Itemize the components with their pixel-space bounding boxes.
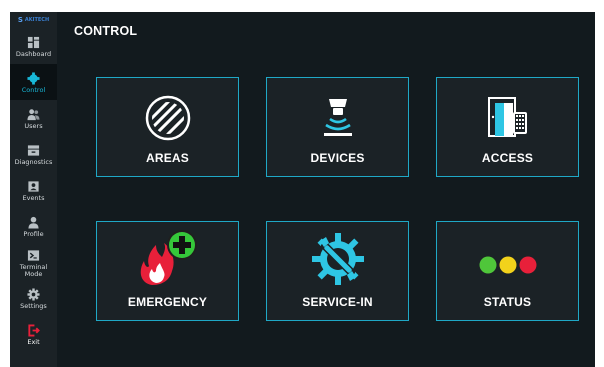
sidebar-item-dashboard[interactable]: Dashboard	[10, 28, 57, 64]
diagnostics-icon	[27, 145, 40, 156]
profile-icon	[28, 216, 39, 229]
sidebar: S AKITECH Dashboard Control Users Diagno…	[10, 12, 57, 367]
sidebar-item-events[interactable]: Events	[10, 172, 57, 208]
devices-icon	[323, 99, 352, 136]
sidebar-item-label: Events	[22, 194, 45, 202]
sidebar-item-control[interactable]: Control	[10, 64, 57, 100]
sidebar-item-exit[interactable]: Exit	[10, 316, 57, 352]
emergency-icon	[140, 230, 197, 285]
status-light-green	[479, 256, 496, 274]
status-light-yellow	[499, 256, 516, 274]
sidebar-item-label: Users	[24, 122, 43, 130]
sidebar-item-label: Diagnostics	[14, 158, 53, 166]
control-gear-icon	[27, 72, 40, 85]
access-tile-button[interactable]: ACCESS	[436, 77, 579, 177]
terminal-icon	[27, 249, 40, 261]
dashboard-icon	[27, 36, 40, 49]
sidebar-item-label: Terminal Mode	[19, 262, 48, 278]
tile-label: EMERGENCY	[127, 295, 208, 309]
service-in-tile-button[interactable]: SERVICE-IN	[266, 221, 409, 321]
devices-tile-button[interactable]: DEVICES	[266, 77, 409, 177]
page-title: CONTROL	[74, 24, 138, 38]
sidebar-item-profile[interactable]: Profile	[10, 208, 57, 244]
sidebar-item-label: Control	[21, 86, 46, 94]
sidebar-item-label: Exit	[27, 338, 40, 346]
brand-logo: S AKITECH	[10, 12, 57, 28]
status-tile-button[interactable]: STATUS	[436, 221, 579, 321]
logo-mark-icon: S	[17, 16, 23, 24]
sidebar-item-terminal-mode[interactable]: Terminal Mode	[10, 244, 57, 280]
settings-icon	[27, 288, 40, 301]
app-screen: S AKITECH Dashboard Control Users Diagno…	[10, 12, 595, 367]
sidebar-item-label: Settings	[20, 302, 47, 310]
tile-label: AREAS	[145, 151, 189, 165]
areas-icon	[145, 95, 190, 141]
exit-icon	[28, 324, 40, 337]
sidebar-item-label: Profile	[23, 230, 44, 238]
sidebar-item-label: Dashboard	[15, 50, 52, 58]
service-tools-icon	[311, 233, 364, 285]
sidebar-item-settings[interactable]: Settings	[10, 280, 57, 316]
events-icon	[28, 181, 39, 192]
tile-label: STATUS	[483, 295, 532, 309]
sidebar-item-diagnostics[interactable]: Diagnostics	[10, 136, 57, 172]
areas-tile-button[interactable]: AREAS	[96, 77, 239, 177]
logo-text: AKITECH	[24, 17, 50, 23]
tile-label: DEVICES	[310, 151, 365, 165]
tile-label: ACCESS	[481, 151, 534, 165]
users-icon	[27, 109, 40, 121]
sidebar-item-users[interactable]: Users	[10, 100, 57, 136]
emergency-tile-button[interactable]: EMERGENCY	[96, 221, 239, 321]
tile-label: SERVICE-IN	[302, 295, 373, 309]
status-lights-icon	[479, 256, 536, 274]
access-icon	[487, 97, 527, 137]
status-light-red	[519, 256, 536, 274]
